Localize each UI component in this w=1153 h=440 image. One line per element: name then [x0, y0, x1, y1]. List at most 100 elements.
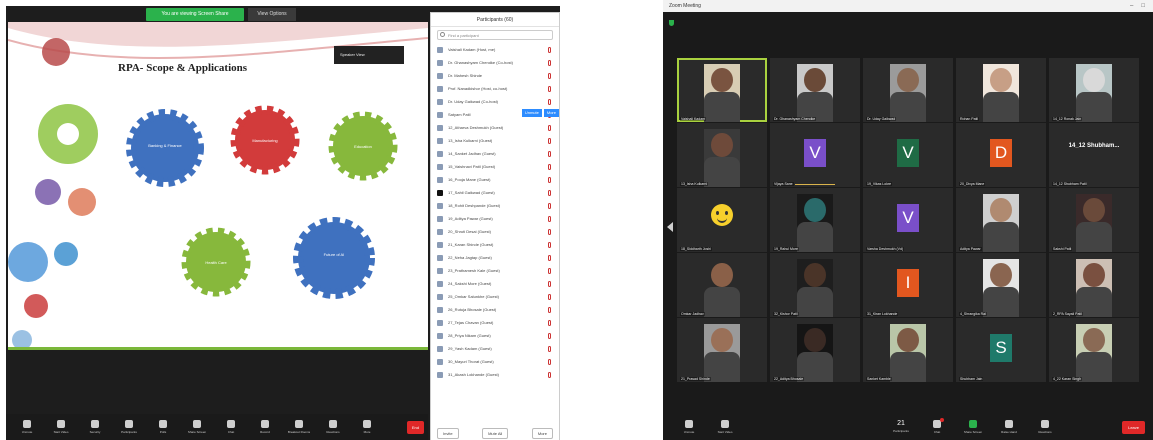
participant-video-tile[interactable]: 21_Prasad Shinde [677, 318, 767, 382]
toolbar-unmute-button[interactable]: Unmute [10, 420, 44, 434]
participant-video-tile[interactable]: Omkar Jadhav [677, 253, 767, 317]
gallery-reactions-button[interactable]: Reactions [1027, 420, 1063, 434]
microphone-muted-icon[interactable] [548, 306, 551, 313]
more-button[interactable]: More [531, 428, 553, 439]
microphone-muted-icon[interactable] [548, 137, 551, 144]
participant-video-tile[interactable]: 13_Isha Kulkarni [677, 123, 767, 187]
participant-video-tile[interactable]: 14_12 Shubham... 14_12 Shubham Patil [1049, 123, 1139, 187]
microphone-muted-icon[interactable] [548, 293, 551, 300]
toolbar-security-button[interactable]: Security [78, 420, 112, 434]
microphone-muted-icon[interactable] [548, 189, 551, 196]
participant-row[interactable]: 27_Tejas Chavan (Guest) [431, 316, 559, 329]
participant-video-tile[interactable]: V Vijaya Sane [770, 123, 860, 187]
toolbar-record-button[interactable]: Record [248, 420, 282, 434]
participant-video-tile[interactable]: Dr. Uday Gaikwad [863, 58, 953, 122]
share-banner[interactable]: You are viewing Screen Share [146, 8, 244, 21]
participant-row[interactable]: 15_Vaishnavi Patil (Guest) [431, 160, 559, 173]
microphone-muted-icon[interactable] [548, 202, 551, 209]
microphone-muted-icon[interactable] [548, 358, 551, 365]
participant-row[interactable]: 12_Atharva Deshmukh (Guest) [431, 121, 559, 134]
participant-row[interactable]: 21_Karan Shinde (Guest) [431, 238, 559, 251]
microphone-muted-icon[interactable] [548, 98, 551, 105]
microphone-muted-icon[interactable] [548, 254, 551, 261]
invite-button[interactable]: Invite [437, 428, 459, 439]
microphone-muted-icon[interactable] [548, 319, 551, 326]
microphone-muted-icon[interactable] [548, 59, 551, 66]
participant-row[interactable]: 18_Rohit Deshpande (Guest) [431, 199, 559, 212]
gallery-participants-button[interactable]: 21 Participants [883, 420, 919, 434]
participant-row[interactable]: 26_Rutuja Bhosale (Guest) [431, 303, 559, 316]
participant-row[interactable]: 23_Prathamesh Kale (Guest) [431, 264, 559, 277]
microphone-muted-icon[interactable] [548, 332, 551, 339]
toolbar-reactions-button[interactable]: Reactions [316, 420, 350, 434]
participant-video-tile[interactable]: Rohan Patil [956, 58, 1046, 122]
participant-video-tile[interactable]: 4_Shrangika Rai [956, 253, 1046, 317]
toolbar-chat-button[interactable]: Chat [214, 420, 248, 434]
participant-row[interactable]: 16_Pooja Mane (Guest) [431, 173, 559, 186]
participant-row[interactable]: 22_Neha Jagtap (Guest) [431, 251, 559, 264]
mute-all-button[interactable]: Mute All [482, 428, 509, 439]
gallery-start-video-button[interactable]: Start Video [707, 420, 743, 434]
toolbar-polls-button[interactable]: Polls [146, 420, 180, 434]
minimize-icon[interactable]: – [1130, 3, 1133, 9]
microphone-muted-icon[interactable] [548, 280, 551, 287]
participant-row[interactable]: 24_Sakshi More (Guest) [431, 277, 559, 290]
microphone-muted-icon[interactable] [548, 345, 551, 352]
participant-video-tile[interactable]: 32_Kishor Patil [770, 253, 860, 317]
gallery-unmute-button[interactable]: Unmute [671, 420, 707, 434]
gallery-share-screen-button[interactable]: Share Screen [955, 420, 991, 434]
microphone-muted-icon[interactable] [548, 228, 551, 235]
participant-video-tile[interactable]: Vaishali Kadam [677, 58, 767, 122]
toolbar-participants-button[interactable]: Participants [112, 420, 146, 434]
participant-video-tile[interactable]: 22_Aditya Bhosale [770, 318, 860, 382]
toolbar-breakout-rooms-button[interactable]: Breakout Rooms [282, 420, 316, 434]
participant-video-tile[interactable]: 14_12 Ronak Jain [1049, 58, 1139, 122]
view-options-button[interactable]: View Options [248, 8, 296, 21]
participant-row[interactable]: 19_Aditya Pawar (Guest) [431, 212, 559, 225]
participant-video-tile[interactable]: 4_22 Karan Singh [1049, 318, 1139, 382]
microphone-muted-icon[interactable] [548, 176, 551, 183]
participant-video-tile[interactable]: Dr. Ghanashyam Chendke [770, 58, 860, 122]
participant-row[interactable]: 28_Priya Nikam (Guest) [431, 329, 559, 342]
participant-row[interactable]: 13_Isha Kulkarni (Guest) [431, 134, 559, 147]
leave-meeting-button[interactable]: Leave [1122, 420, 1145, 434]
participant-row[interactable]: Dr. Ghanashyam Chendke (Co-host) [431, 56, 559, 69]
microphone-muted-icon[interactable] [548, 150, 551, 157]
microphone-muted-icon[interactable] [548, 124, 551, 131]
participant-video-tile[interactable]: Aditya Pawar [956, 188, 1046, 252]
participant-video-tile[interactable]: 18_Siddharth Joshi [677, 188, 767, 252]
unmute-participant-button[interactable]: Unmute [521, 109, 542, 117]
security-shield-icon[interactable] [669, 20, 674, 26]
participant-video-tile[interactable]: V 19_Vikas Lokre [863, 123, 953, 187]
participant-row[interactable]: Satyam Patil Unmute More [431, 108, 559, 121]
microphone-muted-icon[interactable] [548, 163, 551, 170]
microphone-muted-icon[interactable] [548, 267, 551, 274]
participant-row[interactable]: 20_Shruti Desai (Guest) [431, 225, 559, 238]
gallery-raise-hand-button[interactable]: Raise Hand [991, 420, 1027, 434]
participant-row[interactable]: Prof. Nanadkishor (Host, co-host) [431, 82, 559, 95]
toolbar-more-button[interactable]: More [350, 420, 384, 434]
participant-video-tile[interactable]: I 31_Kiran Lokhande [863, 253, 953, 317]
microphone-muted-icon[interactable] [548, 46, 551, 53]
maximize-icon[interactable]: □ [1141, 3, 1145, 9]
participant-video-tile[interactable]: V Varsha Deshmukh (Vd) [863, 188, 953, 252]
participant-row[interactable]: Dr. Uday Gaikwad (Co-host) [431, 95, 559, 108]
participant-row[interactable]: Dr. Mahesh Shinde [431, 69, 559, 82]
gallery-chat-button[interactable]: Chat [919, 418, 955, 434]
microphone-muted-icon[interactable] [548, 85, 551, 92]
participant-video-tile[interactable]: 2_RPA Sayali Patil [1049, 253, 1139, 317]
participant-search-input[interactable]: Find a participant [437, 30, 553, 40]
participant-video-tile[interactable]: Sanket Kamble [863, 318, 953, 382]
participant-row[interactable]: 29_Yash Kadam (Guest) [431, 342, 559, 355]
end-meeting-button[interactable]: End [406, 420, 424, 434]
microphone-muted-icon[interactable] [548, 215, 551, 222]
participant-row[interactable]: 17_Sahil Gaikwad (Guest) [431, 186, 559, 199]
participant-row[interactable]: 14_Sanket Jadhav (Guest) [431, 147, 559, 160]
previous-page-icon[interactable] [667, 222, 673, 232]
participant-video-tile[interactable]: Sakshi Patil [1049, 188, 1139, 252]
more-participant-button[interactable]: More [543, 109, 559, 117]
microphone-muted-icon[interactable] [548, 72, 551, 79]
participant-video-tile[interactable]: 19_Rahul More [770, 188, 860, 252]
toolbar-share-screen-button[interactable]: Share Screen [180, 420, 214, 434]
participant-row[interactable]: Vaishali Kadam (Host, me) [431, 43, 559, 56]
